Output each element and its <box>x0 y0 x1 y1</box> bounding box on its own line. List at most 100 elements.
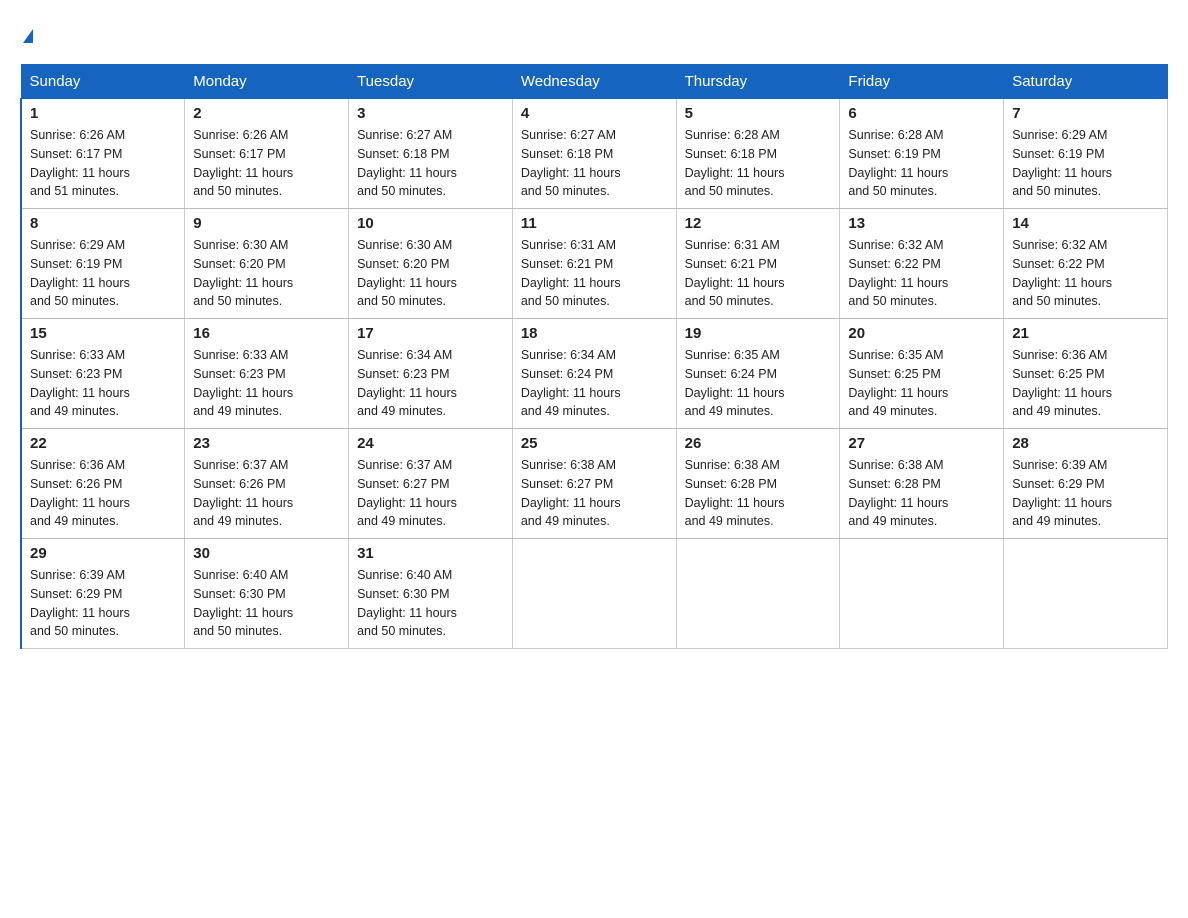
day-info: Sunrise: 6:34 AM Sunset: 6:23 PM Dayligh… <box>357 346 504 421</box>
calendar-cell: 19 Sunrise: 6:35 AM Sunset: 6:24 PM Dayl… <box>676 319 840 429</box>
calendar-cell: 6 Sunrise: 6:28 AM Sunset: 6:19 PM Dayli… <box>840 99 1004 209</box>
day-info: Sunrise: 6:28 AM Sunset: 6:18 PM Dayligh… <box>685 126 832 201</box>
calendar-header-row: SundayMondayTuesdayWednesdayThursdayFrid… <box>21 65 1168 99</box>
day-info: Sunrise: 6:32 AM Sunset: 6:22 PM Dayligh… <box>848 236 995 311</box>
header-monday: Monday <box>185 65 349 99</box>
day-number: 22 <box>30 435 176 452</box>
calendar-cell: 3 Sunrise: 6:27 AM Sunset: 6:18 PM Dayli… <box>349 99 513 209</box>
calendar-cell: 27 Sunrise: 6:38 AM Sunset: 6:28 PM Dayl… <box>840 429 1004 539</box>
day-info: Sunrise: 6:38 AM Sunset: 6:27 PM Dayligh… <box>521 456 668 531</box>
calendar-cell: 26 Sunrise: 6:38 AM Sunset: 6:28 PM Dayl… <box>676 429 840 539</box>
logo <box>20 20 33 48</box>
day-number: 15 <box>30 325 176 342</box>
day-info: Sunrise: 6:27 AM Sunset: 6:18 PM Dayligh… <box>357 126 504 201</box>
calendar-cell: 15 Sunrise: 6:33 AM Sunset: 6:23 PM Dayl… <box>21 319 185 429</box>
header-saturday: Saturday <box>1004 65 1168 99</box>
day-number: 10 <box>357 215 504 232</box>
calendar-cell: 12 Sunrise: 6:31 AM Sunset: 6:21 PM Dayl… <box>676 209 840 319</box>
header-friday: Friday <box>840 65 1004 99</box>
day-number: 4 <box>521 105 668 122</box>
day-info: Sunrise: 6:39 AM Sunset: 6:29 PM Dayligh… <box>30 566 176 641</box>
day-info: Sunrise: 6:29 AM Sunset: 6:19 PM Dayligh… <box>30 236 176 311</box>
day-info: Sunrise: 6:37 AM Sunset: 6:26 PM Dayligh… <box>193 456 340 531</box>
calendar-cell: 24 Sunrise: 6:37 AM Sunset: 6:27 PM Dayl… <box>349 429 513 539</box>
day-number: 18 <box>521 325 668 342</box>
day-info: Sunrise: 6:29 AM Sunset: 6:19 PM Dayligh… <box>1012 126 1159 201</box>
calendar-cell: 31 Sunrise: 6:40 AM Sunset: 6:30 PM Dayl… <box>349 539 513 649</box>
calendar-cell: 18 Sunrise: 6:34 AM Sunset: 6:24 PM Dayl… <box>512 319 676 429</box>
calendar-cell: 29 Sunrise: 6:39 AM Sunset: 6:29 PM Dayl… <box>21 539 185 649</box>
day-info: Sunrise: 6:33 AM Sunset: 6:23 PM Dayligh… <box>30 346 176 421</box>
day-info: Sunrise: 6:34 AM Sunset: 6:24 PM Dayligh… <box>521 346 668 421</box>
day-info: Sunrise: 6:40 AM Sunset: 6:30 PM Dayligh… <box>193 566 340 641</box>
calendar-week-1: 1 Sunrise: 6:26 AM Sunset: 6:17 PM Dayli… <box>21 99 1168 209</box>
day-number: 6 <box>848 105 995 122</box>
day-info: Sunrise: 6:30 AM Sunset: 6:20 PM Dayligh… <box>357 236 504 311</box>
calendar-cell: 8 Sunrise: 6:29 AM Sunset: 6:19 PM Dayli… <box>21 209 185 319</box>
day-info: Sunrise: 6:35 AM Sunset: 6:24 PM Dayligh… <box>685 346 832 421</box>
calendar-cell <box>512 539 676 649</box>
header-sunday: Sunday <box>21 65 185 99</box>
calendar-cell <box>676 539 840 649</box>
calendar-cell: 21 Sunrise: 6:36 AM Sunset: 6:25 PM Dayl… <box>1004 319 1168 429</box>
calendar-cell: 28 Sunrise: 6:39 AM Sunset: 6:29 PM Dayl… <box>1004 429 1168 539</box>
day-number: 23 <box>193 435 340 452</box>
calendar-cell: 5 Sunrise: 6:28 AM Sunset: 6:18 PM Dayli… <box>676 99 840 209</box>
day-number: 13 <box>848 215 995 232</box>
day-number: 20 <box>848 325 995 342</box>
calendar-cell: 30 Sunrise: 6:40 AM Sunset: 6:30 PM Dayl… <box>185 539 349 649</box>
day-number: 8 <box>30 215 176 232</box>
day-info: Sunrise: 6:26 AM Sunset: 6:17 PM Dayligh… <box>193 126 340 201</box>
day-info: Sunrise: 6:30 AM Sunset: 6:20 PM Dayligh… <box>193 236 340 311</box>
calendar-cell: 22 Sunrise: 6:36 AM Sunset: 6:26 PM Dayl… <box>21 429 185 539</box>
day-number: 16 <box>193 325 340 342</box>
calendar-cell: 7 Sunrise: 6:29 AM Sunset: 6:19 PM Dayli… <box>1004 99 1168 209</box>
day-number: 12 <box>685 215 832 232</box>
calendar-week-2: 8 Sunrise: 6:29 AM Sunset: 6:19 PM Dayli… <box>21 209 1168 319</box>
day-number: 17 <box>357 325 504 342</box>
calendar-cell: 1 Sunrise: 6:26 AM Sunset: 6:17 PM Dayli… <box>21 99 185 209</box>
header-tuesday: Tuesday <box>349 65 513 99</box>
day-number: 26 <box>685 435 832 452</box>
calendar-cell: 16 Sunrise: 6:33 AM Sunset: 6:23 PM Dayl… <box>185 319 349 429</box>
calendar-cell <box>840 539 1004 649</box>
calendar-cell: 23 Sunrise: 6:37 AM Sunset: 6:26 PM Dayl… <box>185 429 349 539</box>
day-info: Sunrise: 6:36 AM Sunset: 6:26 PM Dayligh… <box>30 456 176 531</box>
logo-general-text <box>20 20 33 48</box>
calendar-cell: 4 Sunrise: 6:27 AM Sunset: 6:18 PM Dayli… <box>512 99 676 209</box>
calendar-cell: 10 Sunrise: 6:30 AM Sunset: 6:20 PM Dayl… <box>349 209 513 319</box>
calendar-cell: 13 Sunrise: 6:32 AM Sunset: 6:22 PM Dayl… <box>840 209 1004 319</box>
calendar-cell: 9 Sunrise: 6:30 AM Sunset: 6:20 PM Dayli… <box>185 209 349 319</box>
day-number: 11 <box>521 215 668 232</box>
page-header <box>20 20 1168 48</box>
day-number: 9 <box>193 215 340 232</box>
calendar-cell: 20 Sunrise: 6:35 AM Sunset: 6:25 PM Dayl… <box>840 319 1004 429</box>
calendar-cell <box>1004 539 1168 649</box>
day-info: Sunrise: 6:38 AM Sunset: 6:28 PM Dayligh… <box>685 456 832 531</box>
day-number: 3 <box>357 105 504 122</box>
calendar-week-5: 29 Sunrise: 6:39 AM Sunset: 6:29 PM Dayl… <box>21 539 1168 649</box>
day-info: Sunrise: 6:35 AM Sunset: 6:25 PM Dayligh… <box>848 346 995 421</box>
calendar-cell: 14 Sunrise: 6:32 AM Sunset: 6:22 PM Dayl… <box>1004 209 1168 319</box>
day-number: 21 <box>1012 325 1159 342</box>
calendar-table: SundayMondayTuesdayWednesdayThursdayFrid… <box>20 64 1168 649</box>
day-info: Sunrise: 6:33 AM Sunset: 6:23 PM Dayligh… <box>193 346 340 421</box>
day-info: Sunrise: 6:40 AM Sunset: 6:30 PM Dayligh… <box>357 566 504 641</box>
day-number: 27 <box>848 435 995 452</box>
day-number: 29 <box>30 545 176 562</box>
calendar-week-4: 22 Sunrise: 6:36 AM Sunset: 6:26 PM Dayl… <box>21 429 1168 539</box>
day-number: 19 <box>685 325 832 342</box>
day-number: 24 <box>357 435 504 452</box>
day-info: Sunrise: 6:28 AM Sunset: 6:19 PM Dayligh… <box>848 126 995 201</box>
day-number: 14 <box>1012 215 1159 232</box>
day-info: Sunrise: 6:31 AM Sunset: 6:21 PM Dayligh… <box>685 236 832 311</box>
calendar-cell: 11 Sunrise: 6:31 AM Sunset: 6:21 PM Dayl… <box>512 209 676 319</box>
day-number: 5 <box>685 105 832 122</box>
day-number: 1 <box>30 105 176 122</box>
day-number: 31 <box>357 545 504 562</box>
calendar-cell: 17 Sunrise: 6:34 AM Sunset: 6:23 PM Dayl… <box>349 319 513 429</box>
header-thursday: Thursday <box>676 65 840 99</box>
day-number: 25 <box>521 435 668 452</box>
header-wednesday: Wednesday <box>512 65 676 99</box>
day-number: 7 <box>1012 105 1159 122</box>
